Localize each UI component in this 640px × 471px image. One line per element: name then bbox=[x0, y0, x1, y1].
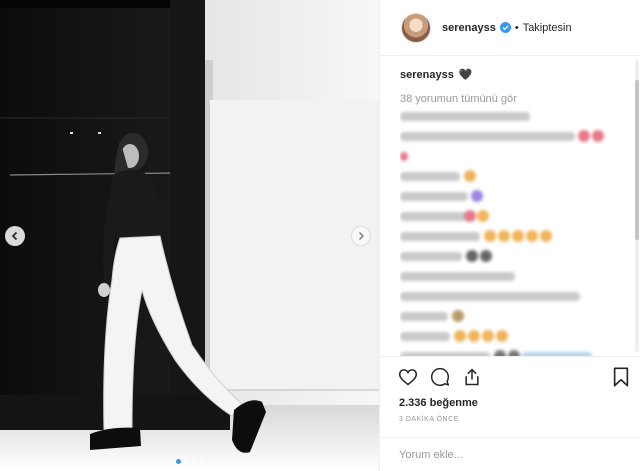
share-icon[interactable] bbox=[462, 367, 482, 387]
likes-count[interactable]: 2.336 beğenme bbox=[399, 397, 478, 409]
list-item bbox=[400, 210, 489, 222]
list-item bbox=[400, 190, 483, 202]
comment-icon[interactable] bbox=[430, 367, 450, 387]
scrollbar-thumb[interactable] bbox=[635, 80, 639, 240]
caption-text: 🖤 bbox=[458, 69, 473, 81]
post-details-panel: serenayss • Takiptesin serenayss 🖤 38 yo… bbox=[379, 0, 640, 471]
photo-image bbox=[0, 0, 379, 471]
list-item bbox=[400, 272, 515, 281]
username-link[interactable]: serenayss bbox=[442, 22, 496, 34]
list-item bbox=[400, 250, 492, 262]
bookmark-icon bbox=[613, 367, 629, 387]
carousel-dot bbox=[176, 459, 181, 464]
carousel-dot bbox=[192, 459, 197, 464]
comment-list bbox=[400, 112, 622, 356]
avatar[interactable] bbox=[401, 12, 431, 43]
carousel-dot bbox=[200, 459, 205, 464]
list-item bbox=[400, 310, 464, 322]
verified-badge-icon bbox=[499, 22, 511, 33]
list-item bbox=[400, 112, 530, 121]
caption: serenayss 🖤 bbox=[400, 68, 622, 82]
post-timestamp: 3 DAKİKA ÖNCE bbox=[399, 416, 459, 423]
chevron-right-icon bbox=[359, 232, 364, 240]
list-item bbox=[400, 170, 476, 182]
list-item bbox=[400, 292, 580, 301]
comments-scrollbar[interactable] bbox=[635, 60, 639, 352]
heart-icon[interactable] bbox=[398, 367, 418, 387]
comments-section: serenayss 🖤 38 yorumun tümünü gör bbox=[400, 68, 622, 356]
post-photo[interactable] bbox=[0, 0, 379, 471]
list-item bbox=[400, 130, 604, 142]
post-header: serenayss • Takiptesin bbox=[380, 0, 640, 56]
save-button[interactable] bbox=[612, 367, 630, 392]
view-all-comments-link[interactable]: 38 yorumun tümünü gör bbox=[400, 93, 622, 105]
list-item bbox=[400, 330, 508, 342]
carousel-indicator bbox=[176, 459, 205, 464]
action-icons bbox=[398, 367, 482, 387]
caption-username[interactable]: serenayss bbox=[400, 69, 454, 81]
follow-status[interactable]: Takiptesin bbox=[523, 22, 572, 34]
list-item bbox=[400, 152, 408, 161]
comment-input[interactable] bbox=[399, 448, 619, 462]
post-actions: 2.336 beğenme 3 DAKİKA ÖNCE bbox=[380, 356, 640, 471]
carousel-dot bbox=[184, 459, 189, 464]
header-separator: • bbox=[514, 21, 519, 34]
previous-slide-button[interactable] bbox=[5, 226, 25, 246]
chevron-left-icon bbox=[11, 231, 18, 241]
list-item bbox=[400, 230, 552, 242]
add-comment-bar bbox=[380, 437, 640, 471]
next-slide-button[interactable] bbox=[351, 226, 371, 246]
